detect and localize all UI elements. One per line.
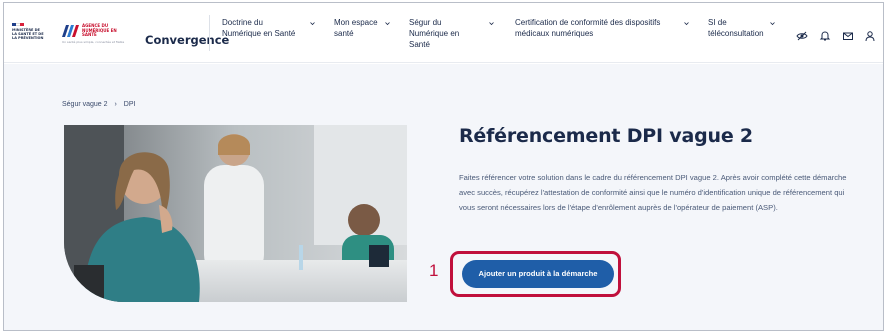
hero-image: [64, 125, 407, 302]
chevron-down-icon[interactable]: [310, 21, 315, 26]
medical-meeting-illustration: [64, 125, 407, 302]
bell-icon[interactable]: [819, 30, 831, 42]
chevron-down-icon[interactable]: [489, 21, 494, 26]
mail-icon[interactable]: [842, 30, 854, 42]
page-description: Faites référencer votre solution dans le…: [459, 173, 847, 212]
ans-tagline: Un santé plus simple, connectée et fiabl…: [62, 40, 125, 44]
page-title: Référencement DPI vague 2: [459, 125, 753, 147]
breadcrumb-link-segur[interactable]: Ségur vague 2: [62, 101, 108, 108]
chevron-down-icon[interactable]: [385, 21, 390, 26]
chevron-down-icon[interactable]: [770, 21, 775, 26]
french-flag-icon: [12, 23, 24, 26]
ministry-name: MINISTÈRE DE LA SANTÉ ET DE LA PRÉVENTIO…: [12, 28, 44, 40]
breadcrumb-current: DPI: [123, 101, 136, 108]
breadcrumb-separator: ›: [114, 101, 117, 108]
breadcrumb: Ségur vague 2 › DPI: [62, 101, 140, 108]
chevron-down-icon[interactable]: [684, 21, 689, 26]
eye-off-icon[interactable]: [796, 30, 808, 42]
site-header: MINISTÈRE DE LA SANTÉ ET DE LA PRÉVENTIO…: [4, 3, 883, 63]
annotation-number: 1: [429, 261, 439, 280]
nav-mon-espace-sante[interactable]: Mon espace santé: [334, 17, 379, 39]
browser-viewport: MINISTÈRE DE LA SANTÉ ET DE LA PRÉVENTIO…: [3, 2, 884, 331]
nav-segur[interactable]: Ségur du Numérique en Santé: [409, 17, 479, 50]
brand-title[interactable]: Convergence: [145, 33, 229, 47]
ans-name: AGENCE DU NUMÉRIQUE EN SANTÉ: [82, 23, 117, 38]
nav-teleconsultation[interactable]: SI de téléconsultation: [708, 17, 768, 39]
page-content: Ségur vague 2 › DPI Référencement DPI va…: [4, 64, 883, 330]
ans-logo[interactable]: AGENCE DU NUMÉRIQUE EN SANTÉ Un santé pl…: [62, 23, 126, 49]
add-product-button[interactable]: Ajouter un produit à la démarche: [462, 260, 614, 288]
user-icon[interactable]: [864, 30, 876, 42]
ans-mark-icon: [62, 25, 79, 37]
nav-certification[interactable]: Certification de conformité des disposit…: [515, 17, 680, 39]
header-divider: [209, 15, 210, 51]
nav-doctrine[interactable]: Doctrine du Numérique en Santé: [222, 17, 302, 39]
republique-francaise-logo[interactable]: MINISTÈRE DE LA SANTÉ ET DE LA PRÉVENTIO…: [12, 23, 46, 45]
